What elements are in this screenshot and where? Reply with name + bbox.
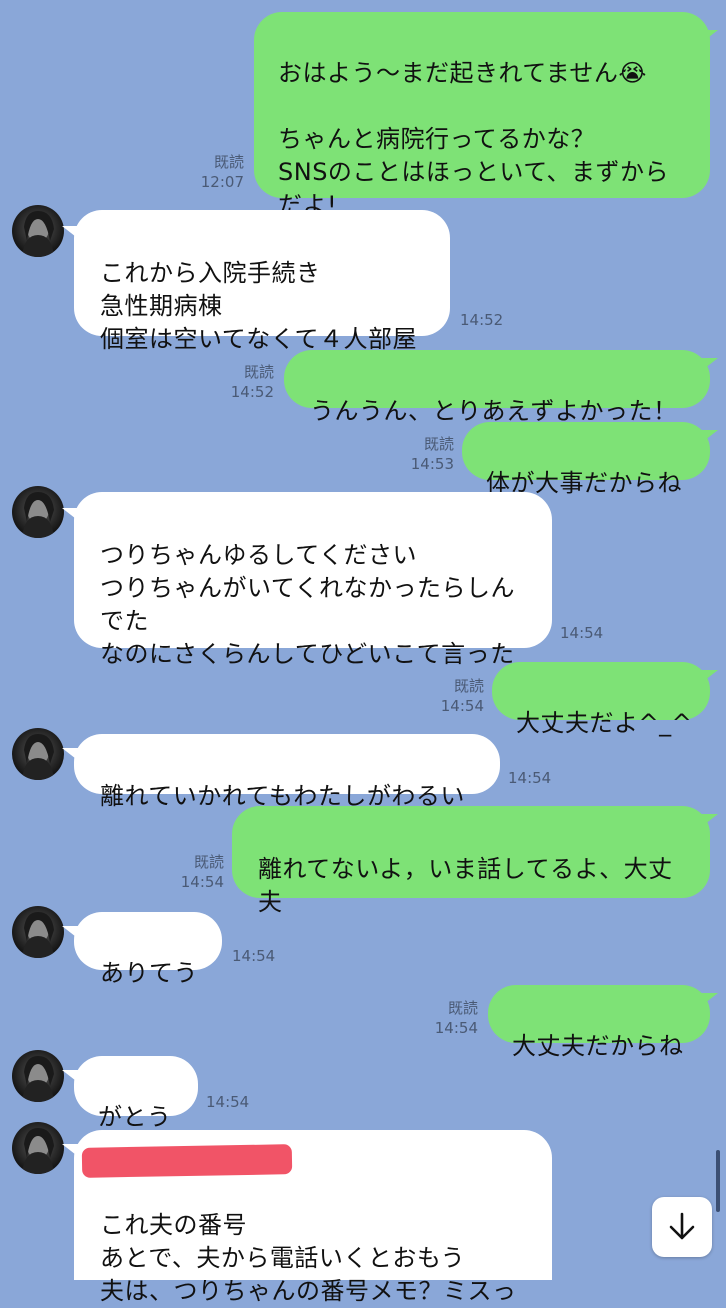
read-receipt: 既読	[243, 363, 274, 381]
avatar-icon	[22, 734, 54, 780]
message-bubble-received[interactable]: これから入院手続き 急性期病棟 個室は空いてなくて４人部屋	[74, 210, 450, 353]
timestamp: 14:54	[508, 769, 552, 787]
arrow-down-icon	[669, 1212, 695, 1240]
read-receipt: 既読	[447, 999, 478, 1017]
contact-avatar[interactable]	[12, 486, 64, 538]
message-text: 大丈夫だよ^_^	[516, 709, 693, 737]
read-receipt: 既読	[193, 853, 224, 871]
message-bubble-received[interactable]: つりちゃんゆるしてください つりちゃんがいてくれなかったらしん でた なのにさく…	[74, 492, 552, 668]
timestamp: 14:54	[232, 947, 276, 965]
bubble-tail	[62, 226, 80, 240]
message-meta: 既読 14:54	[420, 676, 484, 716]
bubble-tail	[700, 430, 718, 444]
bubble-tail	[700, 993, 718, 1007]
timestamp: 14:54	[206, 1093, 250, 1111]
read-receipt: 既読	[423, 435, 454, 453]
message-bubble-sent[interactable]: おはよう〜まだ起きれてません😭 ちゃんと病院行ってるかな？ SNSのことはほっと…	[254, 12, 710, 219]
message-bubble-sent[interactable]: 大丈夫だからね	[488, 985, 710, 1060]
avatar-icon	[22, 912, 54, 958]
message-bubble-received[interactable]: 離れていかれてもわたしがわるい	[74, 734, 500, 810]
bubble-tail	[62, 926, 80, 940]
contact-avatar[interactable]	[12, 205, 64, 257]
message-bubble-sent[interactable]: 体が大事だからね	[462, 422, 710, 497]
read-receipt: 既読	[213, 153, 244, 171]
message-text: おはよう〜まだ起きれてません😭 ちゃんと病院行ってるかな？ SNSのことはほっと…	[278, 59, 670, 219]
bubble-tail	[62, 508, 80, 522]
timestamp: 14:54	[434, 1019, 478, 1037]
message-text: ありてう	[100, 959, 198, 987]
message-bubble-received[interactable]: がとう	[74, 1056, 198, 1131]
message-meta: 既読 14:54	[414, 998, 478, 1038]
message-meta: 既読 14:54	[160, 852, 224, 892]
timestamp: 14:54	[180, 873, 224, 891]
message-text: うんうん、とりあえずよかった！	[310, 397, 678, 425]
message-text: 離れてないよ，いま話してるよ、大丈 夫	[258, 855, 673, 916]
timestamp: 12:07	[200, 173, 244, 191]
bubble-tail	[700, 358, 718, 372]
bubble-tail	[62, 1070, 80, 1084]
avatar-icon	[22, 1056, 54, 1102]
timestamp: 14:52	[460, 311, 504, 329]
bubble-tail	[700, 814, 718, 828]
contact-avatar[interactable]	[12, 1122, 64, 1174]
bubble-tail	[62, 1144, 80, 1158]
redaction-mark	[81, 1144, 293, 1178]
message-bubble-sent[interactable]: 離れてないよ，いま話してるよ、大丈 夫	[232, 806, 710, 916]
message-text: がとう	[98, 1103, 172, 1131]
message-bubble-received[interactable]: ありてう	[74, 912, 222, 987]
avatar-icon	[22, 211, 54, 257]
message-text: これ夫の番号 あとで、夫から電話いくとおもう 夫は、つりちゃんの番号メモ？ミスっ	[100, 1211, 517, 1305]
message-meta: 既読 14:52	[210, 362, 274, 402]
timestamp: 14:52	[230, 383, 274, 401]
avatar-icon	[22, 492, 54, 538]
bubble-tail	[700, 670, 718, 684]
message-meta: 既読 12:07	[180, 152, 244, 192]
message-bubble-sent[interactable]: うんうん、とりあえずよかった！	[284, 350, 710, 425]
contact-avatar[interactable]	[12, 728, 64, 780]
bubble-tail	[700, 30, 718, 44]
timestamp: 14:54	[440, 697, 484, 715]
timestamp: 14:54	[560, 624, 604, 642]
scrollbar[interactable]	[716, 1150, 720, 1212]
chat-view[interactable]: おはよう〜まだ起きれてません😭 ちゃんと病院行ってるかな？ SNSのことはほっと…	[0, 0, 726, 1305]
timestamp: 14:53	[410, 455, 454, 473]
message-meta: 既読 14:53	[390, 434, 454, 474]
message-text: これから入院手続き 急性期病棟 個室は空いてなくて４人部屋	[100, 259, 418, 353]
bubble-tail	[62, 748, 80, 762]
scroll-to-bottom-button[interactable]	[652, 1197, 712, 1257]
avatar-icon	[22, 1128, 54, 1174]
message-text: 大丈夫だからね	[512, 1032, 684, 1060]
read-receipt: 既読	[453, 677, 484, 695]
message-text: つりちゃんゆるしてください つりちゃんがいてくれなかったらしん でた なのにさく…	[100, 541, 516, 668]
contact-avatar[interactable]	[12, 906, 64, 958]
message-bubble-sent[interactable]: 大丈夫だよ^_^	[492, 662, 710, 737]
contact-avatar[interactable]	[12, 1050, 64, 1102]
